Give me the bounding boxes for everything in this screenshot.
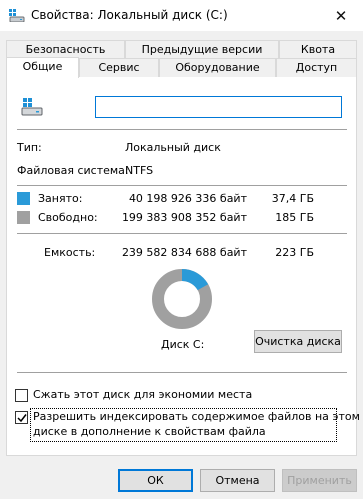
drive-icon [9,9,25,23]
separator [17,129,347,130]
disk-cleanup-button[interactable]: Очистка диска [254,330,342,353]
index-label-line2: диске в дополнение к свойствам файла [33,425,266,438]
tab-tools[interactable]: Сервис [79,58,159,77]
used-label: Занято: [38,192,83,205]
tab-label: Доступ [295,61,338,74]
drive-icon [21,98,43,116]
disk-usage-donut [151,268,213,330]
compress-checkbox[interactable] [15,389,28,402]
general-tab-panel: Тип: Локальный диск Файловая система: NT… [6,75,360,456]
tab-row-front: Общие Сервис Оборудование Доступ [6,57,357,78]
tab-label: Сервис [98,61,140,74]
tab-label: Квота [300,43,336,56]
tab-general[interactable]: Общие [6,57,79,78]
checkmark-icon [16,413,27,422]
filesystem-value: NTFS [125,164,154,177]
separator [17,233,347,234]
drive-name-input[interactable] [95,96,342,118]
separator [17,372,347,373]
tab-previous-versions[interactable]: Предыдущие версии [125,40,279,59]
type-value: Локальный диск [125,141,221,154]
capacity-label: Емкость: [44,246,96,259]
tab-hardware[interactable]: Оборудование [159,58,276,77]
index-label-line1: Разрешить индексировать содержимое файло… [33,410,360,423]
button-label: Применить [287,474,352,487]
free-space-swatch [17,211,30,224]
separator [17,185,347,186]
used-bytes: 40 198 926 336 байт [128,192,247,205]
free-size: 185 ГБ [275,211,314,224]
ok-button[interactable]: ОК [118,469,193,492]
tab-label: Безопасность [25,43,106,56]
capacity-bytes: 239 582 834 688 байт [121,246,247,259]
index-checkbox[interactable] [15,411,28,424]
button-label: Очистка диска [255,335,341,348]
close-button[interactable]: ✕ [319,0,363,31]
apply-button[interactable]: Применить [282,469,357,492]
tab-label: Предыдущие версии [141,43,263,56]
tab-label: Оборудование [175,61,260,74]
disk-label: Диск C: [161,338,205,351]
button-label: ОК [147,474,164,487]
close-icon: ✕ [334,6,348,25]
title-bar: Свойства: Локальный диск (C:) ✕ [0,0,363,31]
used-space-swatch [17,192,30,205]
compress-label: Сжать этот диск для экономии места [33,388,253,401]
tab-quota[interactable]: Квота [279,40,357,59]
used-size: 37,4 ГБ [271,192,314,205]
type-label: Тип: [17,141,42,154]
free-bytes: 199 383 908 352 байт [121,211,247,224]
window-title: Свойства: Локальный диск (C:) [31,8,228,22]
capacity-size: 223 ГБ [275,246,314,259]
button-label: Отмена [215,474,260,487]
cancel-button[interactable]: Отмена [200,469,275,492]
tab-sharing[interactable]: Доступ [276,58,357,77]
free-label: Свободно: [38,211,98,224]
filesystem-label: Файловая система: [17,164,129,177]
tab-label: Общие [22,60,63,73]
